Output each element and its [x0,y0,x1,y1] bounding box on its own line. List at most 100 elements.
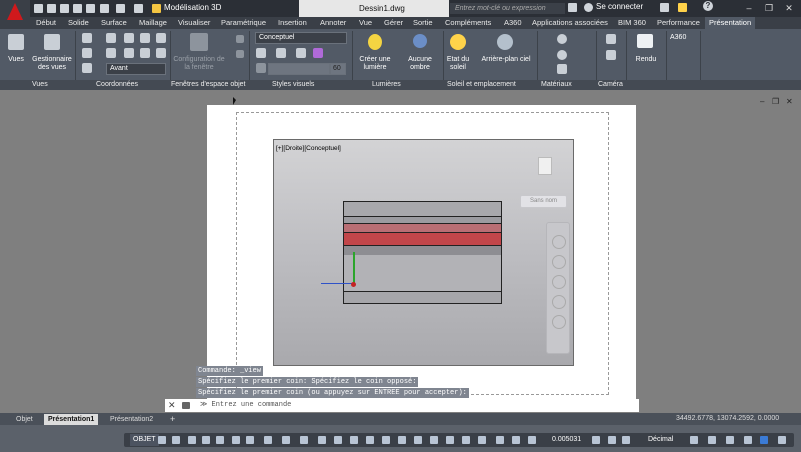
panel-title-views[interactable]: Vues [32,80,48,90]
properties-icon[interactable] [760,436,768,444]
open-file-icon[interactable] [47,4,56,13]
lock-ui-icon[interactable] [528,436,536,444]
tab-maillage[interactable]: Maillage [139,17,167,29]
ucs-face-icon[interactable] [156,48,166,58]
viewport-join-icon[interactable] [236,35,244,43]
tab-surface[interactable]: Surface [101,17,127,29]
gizmo-icon[interactable] [398,436,406,444]
opacity-slider[interactable] [268,63,330,75]
isolate-objects-icon[interactable] [622,436,630,444]
selection-cycling-icon[interactable] [350,436,358,444]
a360-icon[interactable] [678,3,687,12]
tab-annoter[interactable]: Annoter [320,17,346,29]
ucs-named-icon[interactable] [156,33,166,43]
tab-applications-associees[interactable]: Applications associées [532,17,608,29]
snap-icon[interactable] [172,436,180,444]
viewport-configuration-icon[interactable] [190,33,208,51]
render-button[interactable]: Rendu [628,56,664,64]
minimize-button[interactable]: – [742,1,756,15]
tab-solide[interactable]: Solide [68,17,89,29]
isodraft-icon[interactable] [246,436,254,444]
panel-title-model-viewports[interactable]: Fenêtres d'espace objet [171,80,246,90]
layout-tab-presentation1[interactable]: Présentation1 [44,414,99,425]
ucs-name-menu[interactable]: Sans nom [520,195,567,208]
help-icon[interactable]: ? [703,1,713,11]
ucs-world-icon[interactable] [82,48,92,58]
ucs-icon[interactable] [82,33,92,43]
opacity-value[interactable]: 60 [330,63,346,75]
exchange-apps-icon[interactable] [660,3,669,12]
solid-lower-block[interactable] [343,255,502,292]
annotation-visibility-icon[interactable] [414,436,422,444]
clean-screen-icon[interactable] [708,436,716,444]
tab-visualiser[interactable]: Visualiser [178,17,210,29]
plus-icon[interactable] [608,436,616,444]
edge-effects-icon[interactable] [296,48,306,58]
quick-properties-icon[interactable] [512,436,520,444]
views-icon[interactable] [8,34,24,50]
ucs-dropdown[interactable]: Avant [106,63,166,75]
workspace-selector[interactable]: Modélisation 3D [164,3,284,14]
tab-vue[interactable]: Vue [359,17,372,29]
panel-title-camera[interactable]: Caméra [598,80,623,90]
auto-scale-icon[interactable] [430,436,438,444]
lineweight-icon[interactable] [318,436,326,444]
ucs-object-icon[interactable] [106,48,116,58]
customize-status-bar-icon[interactable] [778,436,786,444]
tab-presentation[interactable]: Présentation [705,17,756,29]
workspace-gear-icon[interactable] [152,4,161,13]
panel-title-materials[interactable]: Matériaux [541,80,572,90]
material-mapping-icon[interactable] [557,64,567,74]
model-space-toggle[interactable]: OBJET [130,434,159,446]
dynamic-ucs-icon[interactable] [366,436,374,444]
sky-background-button[interactable]: Arrière-plan ciel [478,56,534,64]
binoculars-icon[interactable] [568,3,577,12]
tab-a360[interactable]: A360 [504,17,522,29]
workspace-switching-icon[interactable] [462,436,470,444]
ucs-y-icon[interactable] [124,48,134,58]
camera-icon[interactable] [606,34,616,44]
units-icon[interactable] [496,436,504,444]
visual-style-dropdown[interactable]: Conceptuel [255,32,347,44]
materials-browser-icon[interactable] [557,34,567,44]
tab-gerer[interactable]: Gérer [384,17,403,29]
viewcube-icon[interactable] [538,157,552,175]
restore-button[interactable]: ❐ [762,1,776,15]
ucs-view-icon[interactable] [106,33,116,43]
tab-bim360[interactable]: BIM 360 [618,17,646,29]
new-file-icon[interactable] [34,4,43,13]
ucs-3point-icon[interactable] [140,48,150,58]
material-color-icon[interactable] [313,48,323,58]
ucs-x-icon[interactable] [124,33,134,43]
object-snap-icon[interactable] [282,436,290,444]
tab-debut[interactable]: Début [36,17,56,29]
showmotion-icon[interactable] [552,315,566,329]
views-button-label[interactable]: Vues [2,56,30,64]
solid-bottom-plate[interactable] [343,291,502,304]
add-layout-button[interactable]: + [170,414,175,425]
tab-insertion[interactable]: Insertion [278,17,307,29]
print-icon[interactable] [100,4,109,13]
xray-icon[interactable] [256,48,266,58]
sign-in-link[interactable]: Se connecter [596,2,643,11]
sun-icon[interactable] [450,34,466,50]
redo-icon[interactable] [134,4,143,13]
customize-wrench-icon[interactable] [182,402,190,409]
annotation-monitor-icon[interactable] [478,436,486,444]
drawing-restore-button[interactable]: ❐ [772,97,779,106]
materials-editor-icon[interactable] [557,50,567,60]
drawing-minimize-button[interactable]: – [760,97,764,106]
customization-icon[interactable] [726,436,734,444]
annotation-scale-icon[interactable] [446,436,454,444]
command-input[interactable]: ≫ Entrez une commande [200,400,291,411]
shadow-icon[interactable] [276,48,286,58]
shadow-sphere-icon[interactable] [413,34,427,48]
render-teapot-icon[interactable] [637,34,653,48]
3d-object-snap-icon[interactable] [300,436,308,444]
viewport-controls-label[interactable]: [+][Droite][Conceptuel] [276,145,341,152]
polar-tracking-icon[interactable] [232,436,240,444]
web-mobile-icon[interactable] [86,4,95,13]
object-snap-tracking-icon[interactable] [264,436,272,444]
no-shadow-button[interactable]: Aucune ombre [400,56,440,72]
close-command-line-icon[interactable]: ✕ [168,400,176,411]
